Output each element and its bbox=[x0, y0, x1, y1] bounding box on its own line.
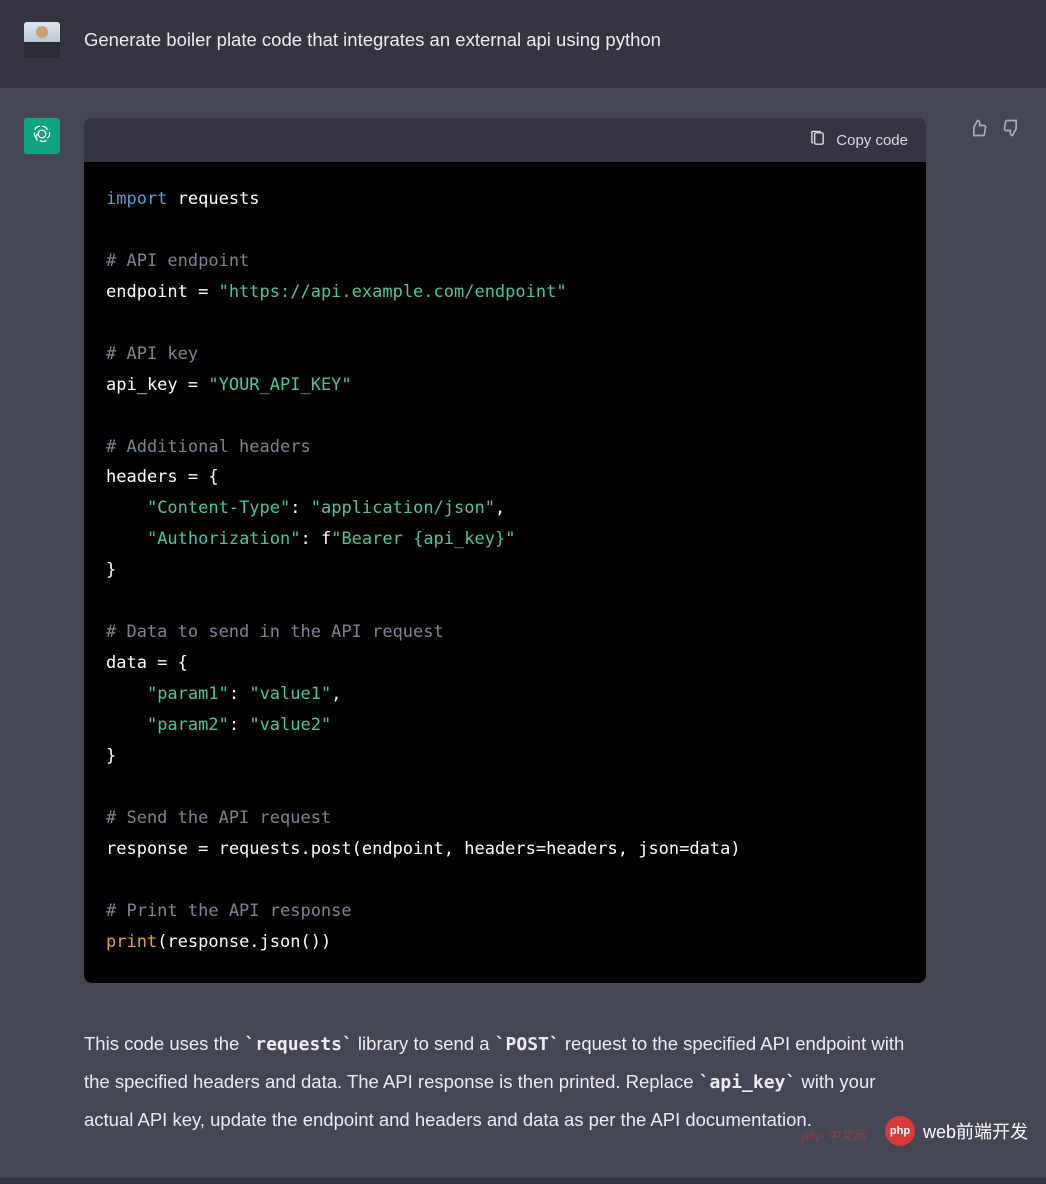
assistant-content: Copy code import requests # API endpoint… bbox=[84, 118, 1022, 1138]
watermark-secondary: php 中文网 bbox=[802, 1125, 866, 1144]
user-message-row: Generate boiler plate code that integrat… bbox=[0, 0, 1046, 88]
watermark-text: web前端开发 bbox=[923, 1118, 1028, 1144]
watermark-logo-icon: php bbox=[885, 1116, 915, 1146]
watermark: php web前端开发 bbox=[885, 1116, 1028, 1146]
inline-code: `requests` bbox=[244, 1034, 352, 1055]
thumbs-down-icon[interactable] bbox=[1002, 118, 1022, 143]
inline-code: `POST` bbox=[495, 1034, 560, 1055]
code-block: Copy code import requests # API endpoint… bbox=[84, 118, 926, 983]
assistant-avatar bbox=[24, 118, 60, 154]
openai-logo-icon bbox=[31, 123, 53, 150]
user-prompt-text: Generate boiler plate code that integrat… bbox=[84, 22, 661, 58]
thumbs-up-icon[interactable] bbox=[968, 118, 988, 143]
assistant-explanation: This code uses the `requests` library to… bbox=[84, 983, 926, 1138]
clipboard-icon bbox=[809, 130, 826, 151]
user-avatar bbox=[24, 22, 60, 58]
copy-code-label: Copy code bbox=[836, 132, 908, 149]
code-block-header: Copy code bbox=[84, 118, 926, 162]
code-content[interactable]: import requests # API endpoint endpoint … bbox=[84, 162, 926, 983]
inline-code: `api_key` bbox=[699, 1072, 797, 1093]
assistant-message-row: Copy code import requests # API endpoint… bbox=[0, 88, 1046, 1178]
feedback-controls bbox=[968, 118, 1022, 143]
copy-code-button[interactable]: Copy code bbox=[809, 130, 908, 151]
